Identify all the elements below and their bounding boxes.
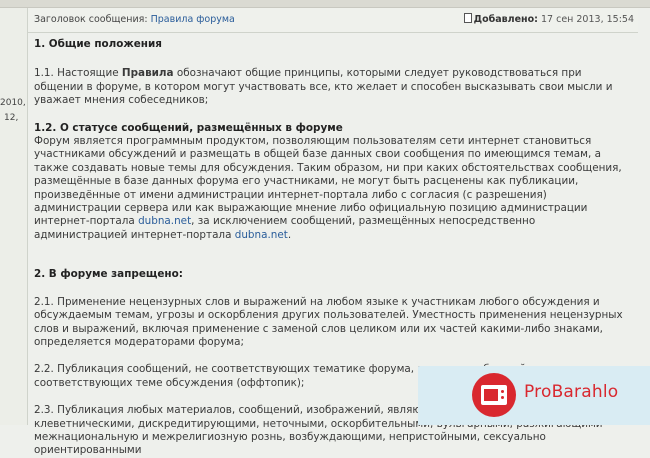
rule-2-1: 2.1. Применение нецензурных слов и выраж… (34, 295, 623, 348)
dubna-link-1[interactable]: dubna.net (138, 215, 191, 227)
section-1-title: 1. Общие положения (34, 38, 162, 50)
post-added: Добавлено: 17 сен 2013, 15:54 (463, 8, 634, 32)
added-date: 17 сен 2013, 15:54 (540, 14, 634, 25)
probarahlo-watermark[interactable]: ProBarahlo (418, 366, 650, 425)
author-column: 2010, 12, (0, 8, 28, 425)
section-2-title: 2. В форуме запрещено: (34, 268, 183, 281)
rule-1-2-title: 1.2. О статусе сообщений, размещённых в … (34, 121, 343, 134)
rule-1-2: Форум является программным продуктом, по… (34, 135, 622, 241)
added-label: Добавлено: (473, 14, 538, 25)
top-strip (0, 0, 650, 8)
oven-icon (472, 373, 516, 417)
dubna-link-2[interactable]: dubna.net (235, 229, 288, 241)
brand-name: ProBarahlo (524, 382, 619, 402)
join-date-fragment: 2010, (0, 98, 26, 108)
subject-link[interactable]: Правила форума (151, 14, 235, 25)
subject-label: Заголовок сообщения: (34, 14, 148, 25)
post-header: Заголовок сообщения: Правила форума Доба… (28, 8, 638, 33)
document-icon[interactable] (463, 13, 472, 23)
post-count-fragment: 12, (4, 113, 19, 123)
rule-1-1: 1.1. Настоящие Правила обозначают общие … (34, 67, 613, 107)
post-subject: Заголовок сообщения: Правила форума (34, 8, 235, 32)
